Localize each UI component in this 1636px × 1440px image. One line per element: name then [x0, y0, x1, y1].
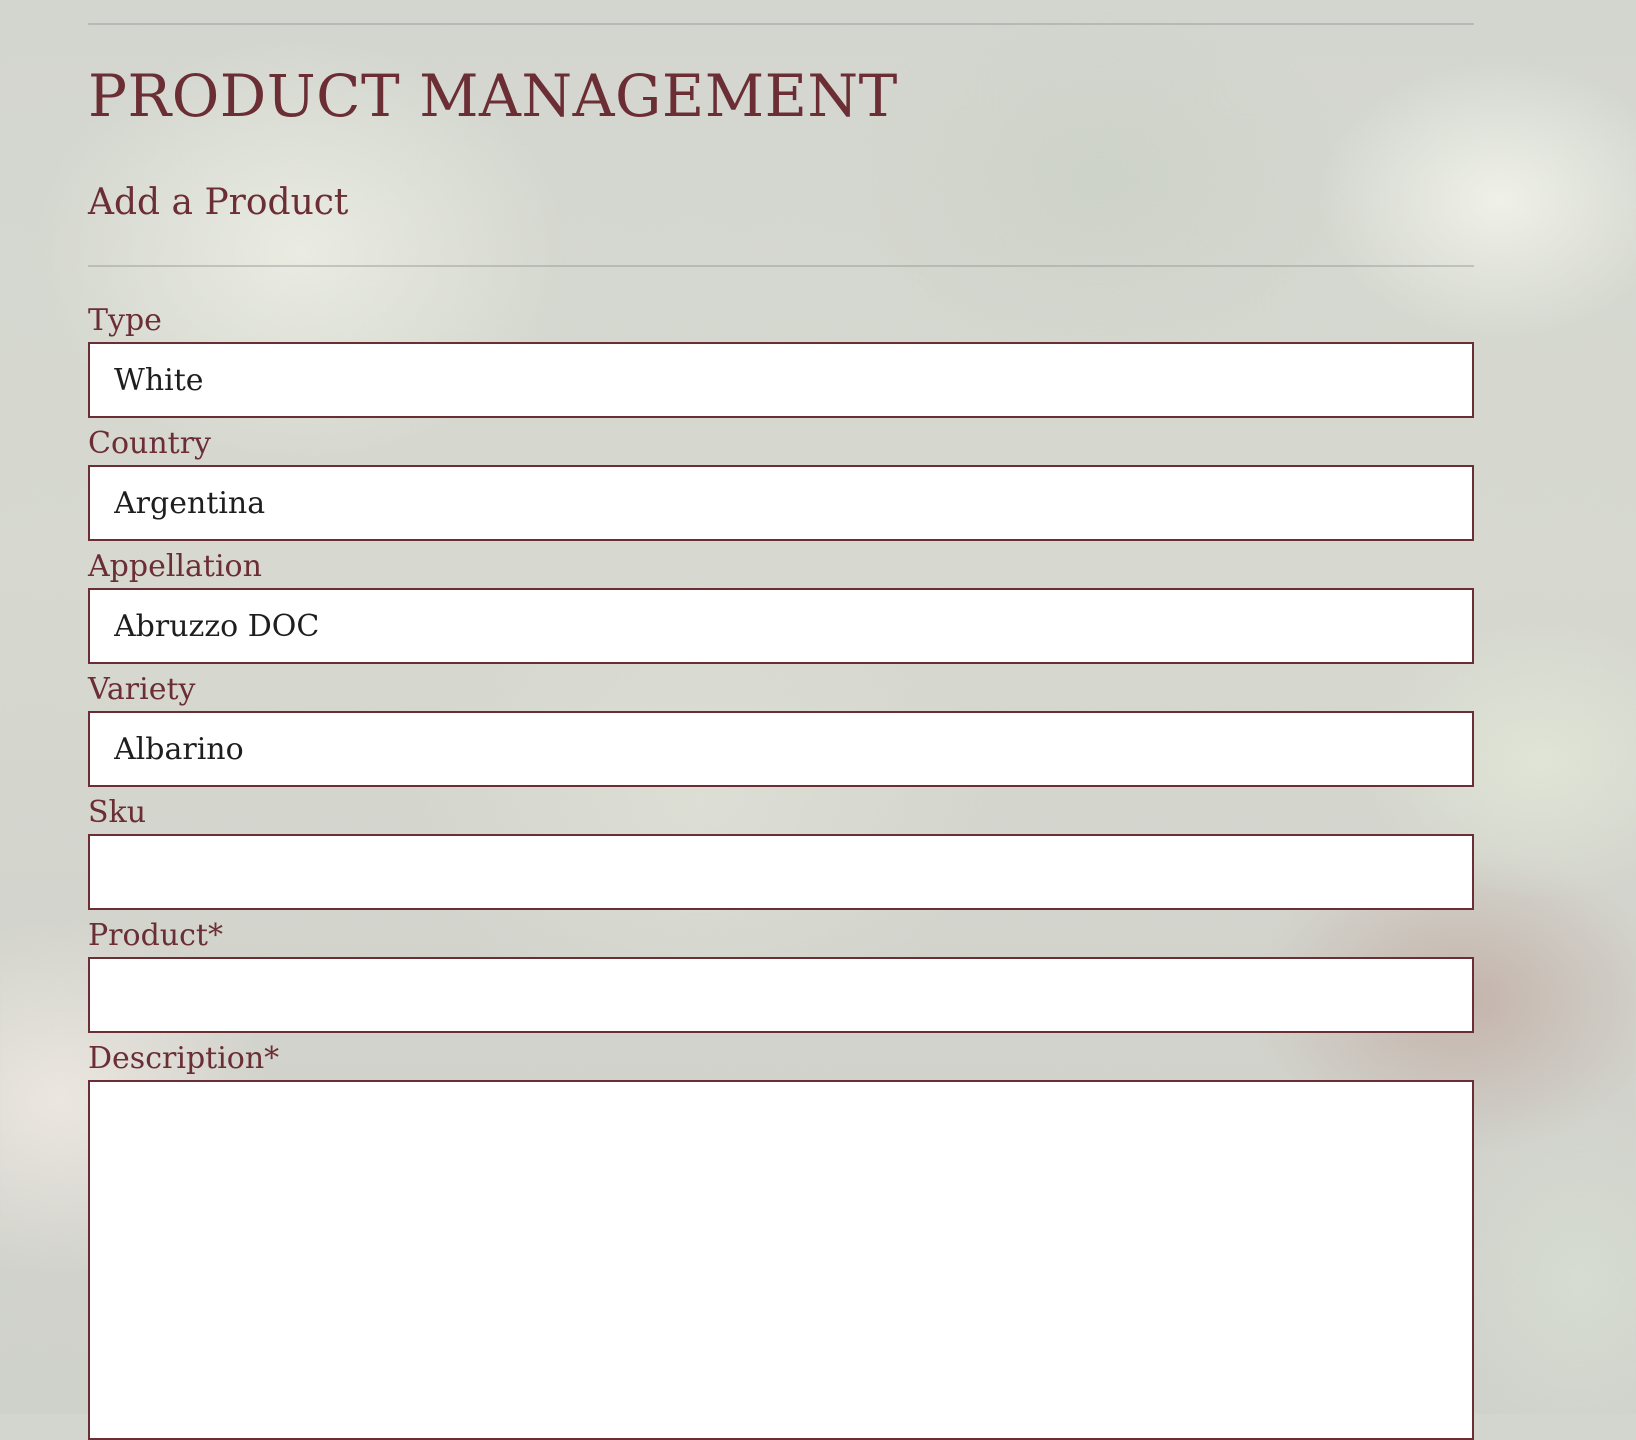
page-container: PRODUCT MANAGEMENT Add a Product Type Co… — [88, 0, 1474, 1440]
country-field[interactable] — [88, 465, 1474, 541]
appellation-label: Appellation — [88, 549, 262, 584]
type-label: Type — [88, 303, 162, 338]
product-label: Product* — [88, 918, 223, 953]
country-label: Country — [88, 426, 212, 461]
description-textarea[interactable] — [88, 1080, 1474, 1440]
top-divider — [88, 23, 1474, 25]
variety-label: Variety — [88, 672, 196, 707]
variety-field[interactable] — [88, 711, 1474, 787]
sku-label: Sku — [88, 795, 147, 830]
add-product-form: Type Country Appellation Variety Sku Pro… — [88, 303, 1474, 1440]
type-field[interactable] — [88, 342, 1474, 418]
appellation-field[interactable] — [88, 588, 1474, 664]
form-subtitle: Add a Product — [88, 182, 349, 223]
section-divider — [88, 265, 1474, 267]
description-label: Description* — [88, 1041, 280, 1076]
sku-field[interactable] — [88, 834, 1474, 910]
page-title: PRODUCT MANAGEMENT — [88, 62, 898, 130]
product-field[interactable] — [88, 957, 1474, 1033]
